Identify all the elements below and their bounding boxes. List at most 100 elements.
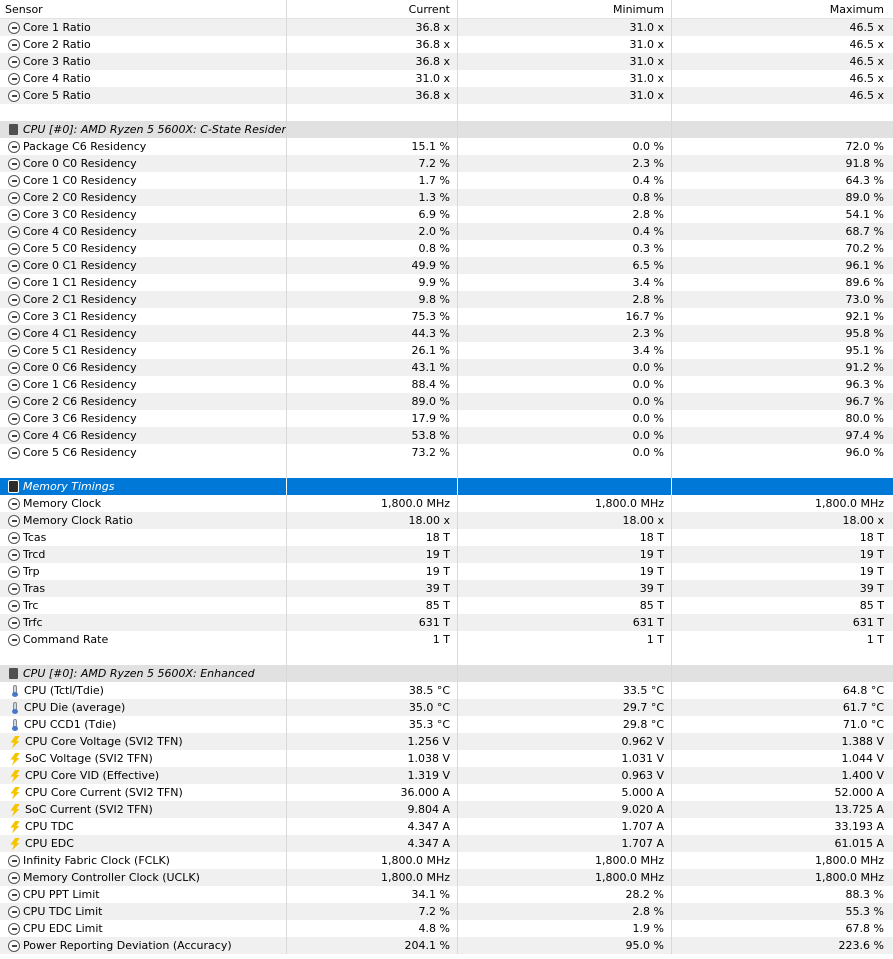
sensor-row[interactable]: Core 1 C0 Residency 1.7 % 0.4 % 64.3 % <box>0 172 893 189</box>
clock-icon <box>8 905 20 918</box>
maximum-value: 72.0 % <box>845 140 884 153</box>
sensor-row[interactable]: Tcas 18 T 18 T 18 T <box>0 529 893 546</box>
sensor-group-header[interactable]: CPU [#0]: AMD Ryzen 5 5600X: Enhanced <box>0 665 893 682</box>
sensor-row[interactable]: CPU Core VID (Effective) 1.319 V 0.963 V 1.… <box>0 767 893 784</box>
sensor-name: Core 2 C1 Residency <box>23 293 137 306</box>
minimum-value: 0.0 % <box>458 359 672 376</box>
column-header-sensor[interactable]: Sensor <box>0 0 287 18</box>
sensor-row[interactable]: Trcd 19 T 19 T 19 T <box>0 546 893 563</box>
sensor-row[interactable]: Core 0 C0 Residency 7.2 % 2.3 % 91.8 % <box>0 155 893 172</box>
sensor-row[interactable]: Package C6 Residency 15.1 % 0.0 % 72.0 % <box>0 138 893 155</box>
maximum-value: 33.193 A <box>834 820 884 833</box>
current-value: 49.9 % <box>287 257 458 274</box>
sensor-name-cell: CPU TDC <box>0 818 287 835</box>
maximum-value: 223.6 % <box>838 939 884 952</box>
sensor-name: Core 4 C1 Residency <box>23 327 137 340</box>
sensor-name-cell: Core 3 C6 Residency <box>0 410 287 427</box>
column-header-minimum[interactable]: Minimum <box>458 0 672 18</box>
sensor-row[interactable]: Core 2 C1 Residency 9.8 % 2.8 % 73.0 % <box>0 291 893 308</box>
sensor-row[interactable]: CPU TDC 4.347 A 1.707 A 33.193 A <box>0 818 893 835</box>
minimum-value: 0.8 % <box>458 189 672 206</box>
maximum-value: 1,800.0 MHz <box>814 854 884 867</box>
sensor-row[interactable]: CPU Core Current (SVI2 TFN) 36.000 A 5.000… <box>0 784 893 801</box>
sensor-row[interactable]: Memory Controller Clock (UCLK) 1,800.0 MH… <box>0 869 893 886</box>
column-header-current[interactable]: Current <box>287 0 458 18</box>
sensor-row[interactable]: Trc 85 T 85 T 85 T <box>0 597 893 614</box>
maximum-value: 71.0 °C <box>842 718 884 731</box>
current-value: 4.347 A <box>287 835 458 852</box>
sensor-row[interactable]: Trfc 631 T 631 T 631 T <box>0 614 893 631</box>
sensor-name-cell: Core 4 C0 Residency <box>0 223 287 240</box>
sensor-row[interactable]: CPU EDC 4.347 A 1.707 A 61.015 A <box>0 835 893 852</box>
sensor-name-cell: Core 5 Ratio <box>0 87 287 104</box>
sensor-row[interactable]: CPU Core Voltage (SVI2 TFN) 1.256 V 0.962 … <box>0 733 893 750</box>
sensor-name: Core 1 C0 Residency <box>23 174 137 187</box>
clock-icon <box>8 582 20 595</box>
sensor-row[interactable]: Core 3 C0 Residency 6.9 % 2.8 % 54.1 % <box>0 206 893 223</box>
sensor-row[interactable]: CPU CCD1 (Tdie) 35.3 °C 29.8 °C 71.0 °C <box>0 716 893 733</box>
sensor-row[interactable]: Core 5 C1 Residency 26.1 % 3.4 % 95.1 % <box>0 342 893 359</box>
sensor-name-cell: CPU TDC Limit <box>0 903 287 920</box>
current-value: 6.9 % <box>287 206 458 223</box>
sensor-row[interactable]: Core 4 C0 Residency 2.0 % 0.4 % 68.7 % <box>0 223 893 240</box>
sensor-row[interactable]: CPU EDC Limit 4.8 % 1.9 % 67.8 % <box>0 920 893 937</box>
current-value: 85 T <box>287 597 458 614</box>
sensor-row[interactable]: CPU Die (average) 35.0 °C 29.7 °C 61.7 °C <box>0 699 893 716</box>
chip-icon <box>7 124 20 135</box>
sensor-row[interactable]: SoC Current (SVI2 TFN) 9.804 A 9.020 A 13.7… <box>0 801 893 818</box>
sensor-row[interactable]: Core 0 C6 Residency 43.1 % 0.0 % 91.2 % <box>0 359 893 376</box>
spacer-cell <box>458 461 672 478</box>
sensor-row[interactable]: Tras 39 T 39 T 39 T <box>0 580 893 597</box>
sensor-row[interactable]: Memory Clock 1,800.0 MHz 1,800.0 MHz 1,800.… <box>0 495 893 512</box>
sensor-name: CPU EDC Limit <box>23 922 103 935</box>
group-empty-cell <box>672 478 893 495</box>
sensor-row[interactable]: Core 4 C1 Residency 44.3 % 2.3 % 95.8 % <box>0 325 893 342</box>
sensor-row[interactable]: CPU (Tctl/Tdie) 38.5 °C 33.5 °C 64.8 °C <box>0 682 893 699</box>
sensor-row[interactable]: Core 1 C6 Residency 88.4 % 0.0 % 96.3 % <box>0 376 893 393</box>
minimum-value: 2.3 % <box>458 155 672 172</box>
sensor-name: CPU CCD1 (Tdie) <box>24 718 117 731</box>
clock-icon <box>8 395 20 408</box>
maximum-value: 631 T <box>852 616 884 629</box>
clock-icon <box>8 599 20 612</box>
sensor-row[interactable]: Core 5 Ratio 36.8 x 31.0 x 46.5 x <box>0 87 893 104</box>
sensor-row[interactable]: Core 1 C1 Residency 9.9 % 3.4 % 89.6 % <box>0 274 893 291</box>
sensor-row[interactable]: Core 3 Ratio 36.8 x 31.0 x 46.5 x <box>0 53 893 70</box>
maximum-value: 64.8 °C <box>842 684 884 697</box>
sensor-group-header[interactable]: Memory Timings <box>0 478 893 495</box>
current-value: 73.2 % <box>287 444 458 461</box>
sensor-row[interactable]: Core 2 C0 Residency 1.3 % 0.8 % 89.0 % <box>0 189 893 206</box>
chip-icon <box>7 668 20 679</box>
sensor-row[interactable]: CPU PPT Limit 34.1 % 28.2 % 88.3 % <box>0 886 893 903</box>
sensor-group-header[interactable]: CPU [#0]: AMD Ryzen 5 5600X: C-State Res… <box>0 121 893 138</box>
sensor-row[interactable]: Core 1 Ratio 36.8 x 31.0 x 46.5 x <box>0 19 893 36</box>
sensor-row[interactable]: Memory Clock Ratio 18.00 x 18.00 x 18.00 x <box>0 512 893 529</box>
sensor-name: CPU Core Voltage (SVI2 TFN) <box>25 735 183 748</box>
sensor-row[interactable]: Power Reporting Deviation (Accuracy) 204.… <box>0 937 893 954</box>
sensor-row[interactable]: CPU TDC Limit 7.2 % 2.8 % 55.3 % <box>0 903 893 920</box>
sensor-row[interactable]: Infinity Fabric Clock (FCLK) 1,800.0 MHz 1… <box>0 852 893 869</box>
sensor-row[interactable]: Core 0 C1 Residency 49.9 % 6.5 % 96.1 % <box>0 257 893 274</box>
maximum-value: 67.8 % <box>845 922 884 935</box>
thermometer-icon <box>12 684 18 697</box>
sensor-name-cell: Core 1 C0 Residency <box>0 172 287 189</box>
sensor-row[interactable]: Core 4 Ratio 31.0 x 31.0 x 46.5 x <box>0 70 893 87</box>
sensor-name-cell: Core 2 Ratio <box>0 36 287 53</box>
sensor-name-cell: CPU EDC <box>0 835 287 852</box>
sensor-row[interactable]: Core 3 C6 Residency 17.9 % 0.0 % 80.0 % <box>0 410 893 427</box>
sensor-row[interactable]: Core 3 C1 Residency 75.3 % 16.7 % 92.1 % <box>0 308 893 325</box>
current-value: 17.9 % <box>287 410 458 427</box>
sensor-name-cell: Core 5 C1 Residency <box>0 342 287 359</box>
clock-icon <box>8 38 20 51</box>
sensor-row[interactable]: Core 5 C6 Residency 73.2 % 0.0 % 96.0 % <box>0 444 893 461</box>
current-value: 36.8 x <box>287 19 458 36</box>
sensor-row[interactable]: Core 2 Ratio 36.8 x 31.0 x 46.5 x <box>0 36 893 53</box>
sensor-name: SoC Current (SVI2 TFN) <box>25 803 153 816</box>
sensor-row[interactable]: Core 4 C6 Residency 53.8 % 0.0 % 97.4 % <box>0 427 893 444</box>
sensor-row[interactable]: Core 2 C6 Residency 89.0 % 0.0 % 96.7 % <box>0 393 893 410</box>
sensor-row[interactable]: Command Rate 1 T1 T1 T <box>0 631 893 648</box>
sensor-row[interactable]: SoC Voltage (SVI2 TFN) 1.038 V 1.031 V 1.04… <box>0 750 893 767</box>
sensor-row[interactable]: Trp 19 T 19 T 19 T <box>0 563 893 580</box>
column-header-maximum[interactable]: Maximum <box>672 0 893 18</box>
sensor-row[interactable]: Core 5 C0 Residency 0.8 % 0.3 % 70.2 % <box>0 240 893 257</box>
